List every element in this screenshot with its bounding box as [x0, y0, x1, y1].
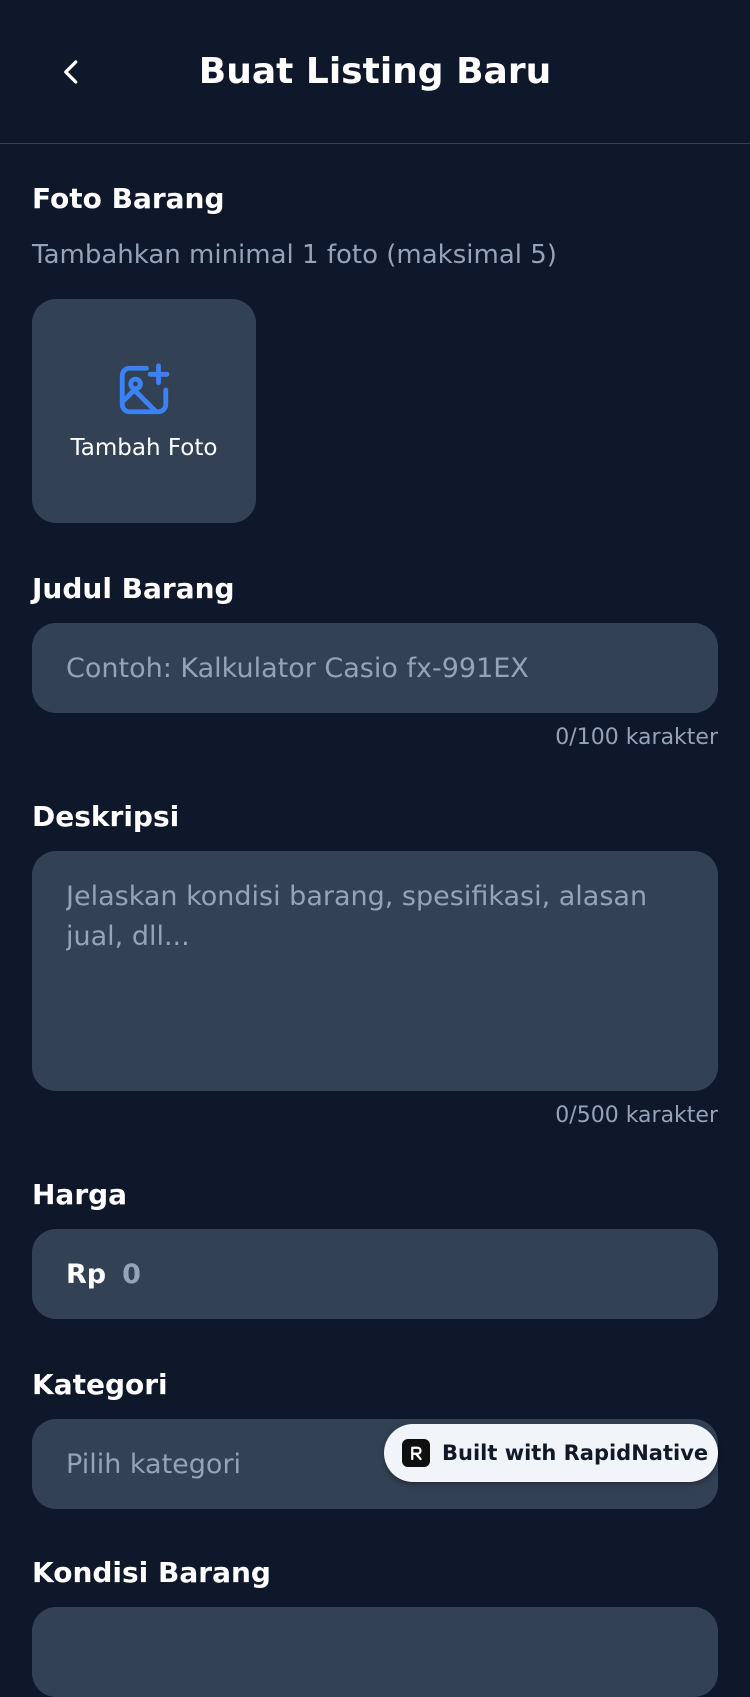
price-field-label: Harga — [32, 1178, 128, 1211]
price-input-container: Rp — [32, 1229, 718, 1319]
title-input[interactable] — [66, 652, 684, 684]
badge-text: Built with RapidNative — [442, 1441, 709, 1465]
rapidnative-logo-icon — [402, 1439, 430, 1467]
title-char-counter: 0/100 karakter — [555, 725, 718, 750]
title-input-container — [32, 623, 718, 713]
photo-hint: Tambahkan minimal 1 foto (maksimal 5) — [32, 240, 557, 270]
title-field-label: Judul Barang — [32, 572, 235, 605]
page-title: Buat Listing Baru — [198, 51, 552, 92]
photo-section-label: Foto Barang — [32, 182, 225, 215]
built-with-badge[interactable]: Built with RapidNative — [384, 1424, 718, 1482]
currency-prefix: Rp — [66, 1258, 107, 1290]
price-input[interactable] — [122, 1258, 684, 1290]
description-char-counter: 0/500 karakter — [555, 1103, 718, 1128]
add-photo-button[interactable]: Tambah Foto — [32, 299, 256, 523]
category-field-label: Kategori — [32, 1368, 168, 1401]
condition-select[interactable] — [32, 1607, 718, 1697]
image-plus-icon — [119, 363, 170, 415]
condition-field-label: Kondisi Barang — [32, 1556, 271, 1589]
add-photo-label: Tambah Foto — [70, 435, 218, 461]
description-field-label: Deskripsi — [32, 800, 180, 833]
category-placeholder: Pilih kategori — [66, 1448, 242, 1480]
description-textarea[interactable] — [66, 877, 684, 1067]
app-header: Buat Listing Baru — [0, 0, 750, 144]
description-input-container — [32, 851, 718, 1091]
